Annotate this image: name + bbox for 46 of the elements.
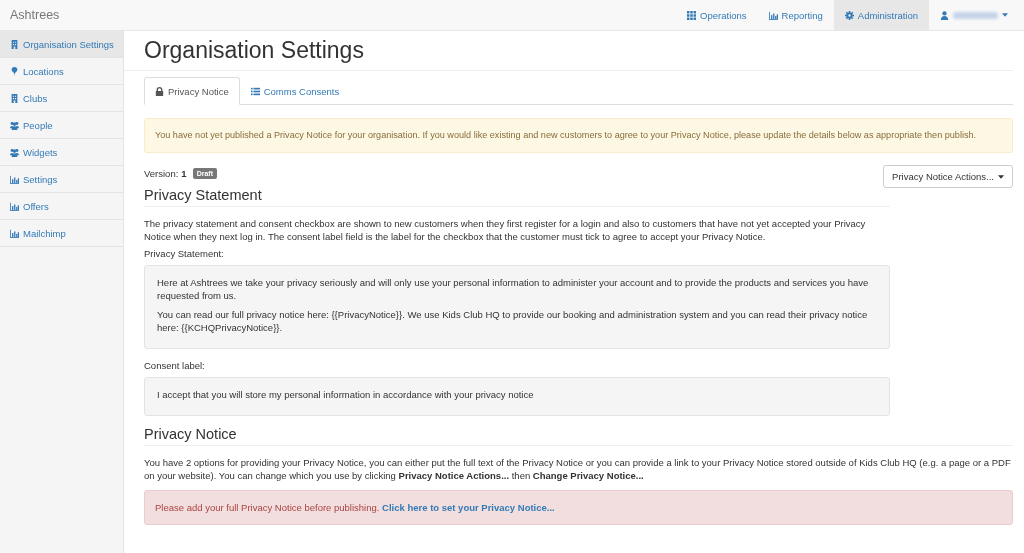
- warning-alert: You have not yet published a Privacy Notice for your organisation. If you would like existing and new customers to agree to your Privacy Notice, please update the details below as appropriate then publish.: [144, 118, 1013, 153]
- sidebar-item[interactable]: Locations: [0, 58, 123, 85]
- list-icon: [250, 86, 260, 96]
- sidebar-item[interactable]: Settings: [0, 166, 123, 193]
- building-icon: [10, 93, 19, 103]
- section-heading: Privacy Statement: [144, 187, 890, 207]
- actions-dropdown-button[interactable]: Privacy Notice Actions...: [883, 165, 1013, 188]
- user-icon: [940, 10, 949, 20]
- set-notice-link[interactable]: Click here to set your Privacy Notice...: [382, 502, 555, 513]
- statement-text: Here at Ashtrees we take your privacy seriously and will only use your personal information to administer your account and to provide the products and services you have requested from us.: [157, 276, 870, 302]
- sidebar-item[interactable]: Mailchimp: [0, 220, 123, 247]
- error-text: Please add your full Privacy Notice before publishing.: [155, 502, 380, 513]
- section-heading: Privacy Notice: [144, 426, 1013, 446]
- caret-icon: [1002, 13, 1008, 17]
- field-label: Privacy Statement:: [144, 247, 225, 260]
- version-label: Version:: [144, 168, 179, 179]
- sidebar-item[interactable]: People: [0, 112, 123, 139]
- consent-text: I accept that you will store my personal information in accordance with your privacy notice: [157, 388, 535, 401]
- statement-text: You can read our full privacy notice here: {{PrivacyNotice}}. We use Kids Club HQ to provide our booking and administration system and you can read their privacy notice here: {{KCHQPrivacyNotice}}.: [157, 308, 869, 334]
- tab[interactable]: Comms Consents: [239, 77, 351, 105]
- brand-name[interactable]: Ashtrees: [0, 0, 70, 30]
- map-pin-icon: [10, 66, 19, 76]
- sidebar-item[interactable]: Organisation Settings: [0, 31, 123, 58]
- field-label: Consent label:: [144, 359, 206, 372]
- bar-chart-icon: [10, 174, 19, 184]
- description-text: You have 2 options for providing your Privacy Notice, you can either put the full text of the Privacy Notice or you can provide a link to your Privacy Notice stored outside of Kids Club HQ (e.g. a page or a PDF on your website). You can change which you use by clicking Privacy Notice Actions... then Change Privacy Notice...: [144, 456, 1012, 482]
- nav-link[interactable]: Operations: [676, 0, 758, 30]
- sidebar-item[interactable]: Widgets: [0, 139, 123, 166]
- lock-icon: [155, 86, 164, 96]
- bar-chart-icon: [768, 10, 778, 20]
- description-text: The privacy statement and consent checkbox are shown to new customers when they first register for a login and also to customers that have not yet accepted your Privacy Notice when they next log in. The consent label field is the label for the checkbox that the customer must tick to agree to accept your Privacy Notice.: [144, 217, 867, 243]
- grid-icon: [687, 10, 697, 20]
- building-icon: [10, 39, 19, 49]
- sidebar-item[interactable]: Offers: [0, 193, 123, 220]
- nav-link[interactable]: Administration: [833, 0, 929, 30]
- sidebar-item[interactable]: Clubs: [0, 85, 123, 112]
- caret-icon: [998, 174, 1004, 179]
- people-icon: [10, 147, 19, 157]
- bar-chart-icon: [10, 228, 19, 238]
- tab[interactable]: Privacy Notice: [144, 77, 240, 105]
- page-title: Organisation Settings: [124, 31, 1013, 71]
- people-icon: [10, 120, 19, 130]
- version-number: 1: [181, 168, 187, 179]
- settings-icon: [844, 10, 854, 20]
- bar-chart-icon: [10, 201, 19, 211]
- nav-link[interactable]: Reporting: [757, 0, 834, 30]
